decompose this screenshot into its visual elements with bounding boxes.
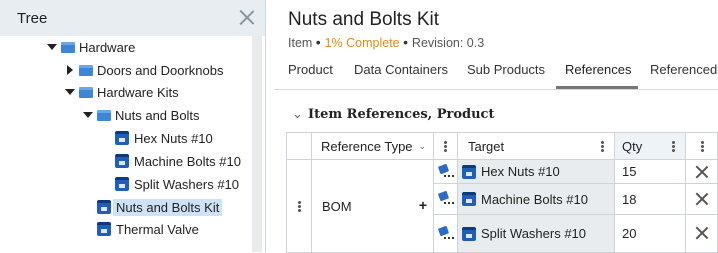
tree-item-doors[interactable]: Doors and Doorknobs <box>64 59 223 81</box>
column-menu-actions[interactable] <box>686 133 718 160</box>
tree-item-split-washers[interactable]: Split Washers #10 <box>115 173 239 195</box>
folder-icon <box>61 41 75 53</box>
delete-row-button[interactable] <box>686 160 718 184</box>
references-grid: Reference Type ⌄ Target Qty BOM + Hex Nu… <box>286 132 718 253</box>
reference-type-value: BOM <box>322 198 352 214</box>
pick-target-icon[interactable] <box>437 163 454 180</box>
qty-value: 15 <box>622 164 637 179</box>
item-icon <box>115 131 129 145</box>
tab-referenced[interactable]: Referenced <box>650 62 717 77</box>
select-target-button[interactable] <box>434 184 458 215</box>
column-header-target[interactable]: Target <box>458 133 615 160</box>
delete-icon[interactable] <box>695 165 709 179</box>
tree-item-machine-bolts[interactable]: Machine Bolts #10 <box>115 150 241 172</box>
item-icon <box>115 154 129 168</box>
section-title: Item References, Product <box>308 107 495 122</box>
folder-icon <box>79 64 93 76</box>
target-name: Split Washers #10 <box>481 226 587 241</box>
delete-row-button[interactable] <box>686 184 718 215</box>
tree-item-hardware[interactable]: Hardware <box>46 36 135 58</box>
item-icon <box>115 177 129 191</box>
item-icon <box>97 200 111 214</box>
target-cell[interactable]: Hex Nuts #10 <box>458 160 615 184</box>
qty-cell[interactable]: 18 <box>615 184 686 215</box>
tree-item-label: Hardware Kits <box>97 84 179 100</box>
reference-type-cell[interactable]: BOM + <box>312 160 434 253</box>
target-name: Machine Bolts #10 <box>481 191 588 207</box>
row-handle-header <box>286 133 312 160</box>
qty-cell[interactable]: 15 <box>615 160 686 184</box>
kebab-menu-icon[interactable] <box>672 141 675 152</box>
target-cell[interactable]: Split Washers #10 <box>458 215 615 253</box>
page-title: Nuts and Bolts Kit <box>288 9 440 30</box>
folder-icon <box>79 86 93 98</box>
target-cell[interactable]: Machine Bolts #10 <box>458 184 615 215</box>
pick-target-icon[interactable] <box>437 225 454 242</box>
add-icon[interactable]: + <box>419 197 427 213</box>
item-subtitle: Item • 1% Complete • Revision: 0.3 <box>288 34 485 50</box>
delete-row-button[interactable] <box>686 215 718 253</box>
tree-item-label: Split Washers #10 <box>134 176 240 192</box>
tree-item-label: Thermal Valve <box>116 221 199 237</box>
tab-references[interactable]: References <box>565 62 631 77</box>
delete-icon[interactable] <box>695 192 709 206</box>
kebab-menu-icon[interactable] <box>701 141 704 152</box>
qty-value: 20 <box>622 226 637 241</box>
item-icon <box>462 226 476 241</box>
tree-scrollbar[interactable] <box>252 36 262 252</box>
tree-item-label: Hardware <box>79 39 136 55</box>
tree-item-nuts-and-bolts-kit[interactable]: Nuts and Bolts Kit <box>97 196 223 218</box>
expanded-toggle-icon[interactable] <box>64 86 76 98</box>
column-header-qty[interactable]: Qty <box>615 133 686 160</box>
completion-status: 1% Complete <box>324 36 400 50</box>
item-icon <box>462 164 476 179</box>
tree-item-label: Nuts and Bolts <box>115 107 200 123</box>
kebab-menu-icon[interactable] <box>444 141 447 152</box>
row-drag-handle[interactable] <box>286 160 312 253</box>
revision-label: Revision: 0.3 <box>411 36 485 50</box>
qty-value: 18 <box>622 191 637 207</box>
select-target-button[interactable] <box>434 215 458 253</box>
kebab-menu-icon[interactable] <box>601 141 604 152</box>
tree-item-label: Doors and Doorknobs <box>97 62 224 78</box>
collapsed-toggle-icon[interactable] <box>64 64 76 76</box>
column-menu-reference-type[interactable] <box>434 133 458 160</box>
item-icon <box>97 222 111 236</box>
tab-data-containers[interactable]: Data Containers <box>354 62 448 77</box>
section-header[interactable]: ⌄ Item References, Product <box>292 107 494 122</box>
close-icon[interactable] <box>239 9 255 25</box>
qty-cell[interactable]: 20 <box>615 215 686 253</box>
delete-icon[interactable] <box>695 226 709 240</box>
tree-item-hex-nuts[interactable]: Hex Nuts #10 <box>115 127 213 149</box>
tree-item-label: Hex Nuts #10 <box>134 130 213 146</box>
tree-item-thermal-valve[interactable]: Thermal Valve <box>97 218 199 240</box>
tree-panel: Tree Hardware Doors and Doorknobs Hardwa… <box>0 0 266 252</box>
item-icon <box>462 192 476 206</box>
drag-handle-icon[interactable] <box>298 201 301 212</box>
target-name: Hex Nuts #10 <box>481 164 560 179</box>
tree-item-label: Machine Bolts #10 <box>134 153 241 169</box>
tab-bar: Product Data Containers Sub Products Ref… <box>288 62 718 89</box>
folder-icon <box>97 109 111 121</box>
tree-item-hardware-kits[interactable]: Hardware Kits <box>64 81 179 103</box>
tree-header: Tree <box>0 0 265 36</box>
pick-target-icon[interactable] <box>437 190 454 207</box>
tree-item-label: Nuts and Bolts Kit <box>113 198 223 216</box>
column-header-reference-type[interactable]: Reference Type ⌄ <box>312 133 434 160</box>
tab-sub-products[interactable]: Sub Products <box>467 62 545 77</box>
tree-title: Tree <box>17 9 48 27</box>
chevron-down-icon[interactable]: ⌄ <box>292 107 308 122</box>
tab-product[interactable]: Product <box>288 62 333 77</box>
chevron-down-icon[interactable]: ⌄ <box>418 141 426 152</box>
expanded-toggle-icon[interactable] <box>82 109 94 121</box>
select-target-button[interactable] <box>434 160 458 184</box>
tree-item-nuts-and-bolts[interactable]: Nuts and Bolts <box>82 104 200 126</box>
item-kind: Item <box>288 36 313 50</box>
item-details-panel: Nuts and Bolts Kit Item • 1% Complete • … <box>274 0 718 253</box>
expanded-toggle-icon[interactable] <box>46 41 58 53</box>
